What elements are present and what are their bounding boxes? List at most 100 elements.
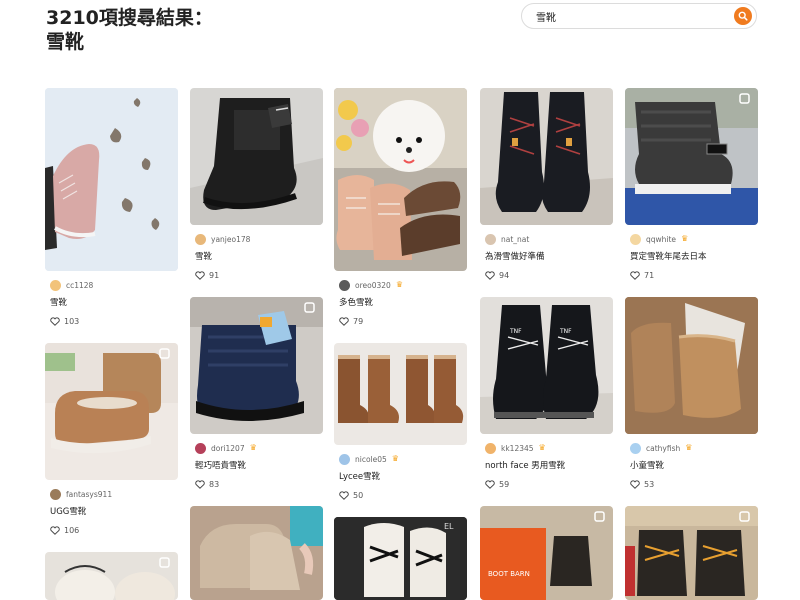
listing-card[interactable]: qqwhite ♛ 買定雪靴年尾去日本 71 — [625, 88, 758, 281]
like-heart-icon[interactable] — [630, 479, 640, 489]
listing-image[interactable] — [334, 88, 467, 271]
verified-badge-icon: ♛ — [391, 454, 399, 463]
search-query-heading: 雪靴 — [46, 31, 85, 53]
likes-row: 50 — [339, 489, 467, 501]
listing-title[interactable]: 買定雪靴年尾去日本 — [630, 250, 758, 262]
like-count: 59 — [499, 479, 510, 489]
listing-title[interactable]: 雪靴 — [50, 296, 178, 308]
seller-username[interactable]: kk12345 — [501, 444, 534, 453]
listing-card[interactable]: BOOT BARN — [480, 506, 613, 600]
like-heart-icon[interactable] — [195, 270, 205, 280]
avatar — [630, 442, 641, 454]
like-count: 106 — [64, 525, 80, 535]
listing-image[interactable]: BOOT BARN — [480, 506, 613, 600]
listing-title[interactable]: north face 男用雪靴 — [485, 459, 613, 471]
like-heart-icon[interactable] — [195, 479, 205, 489]
seller-username[interactable]: nicole05 — [355, 455, 387, 464]
like-count: 71 — [644, 270, 655, 280]
listing-image[interactable] — [625, 297, 758, 434]
seller-username[interactable]: cc1128 — [66, 281, 93, 290]
listing-image[interactable] — [45, 343, 178, 480]
listing-title[interactable]: 輕巧唔貴雪靴 — [195, 459, 323, 471]
seller-username[interactable]: oreo0320 — [355, 281, 391, 290]
avatar — [195, 233, 206, 245]
listing-card[interactable] — [625, 506, 758, 600]
likes-row: 79 — [339, 315, 467, 327]
listing-title[interactable]: Lycee雪靴 — [339, 470, 467, 482]
seller-username[interactable]: nat_nat — [501, 235, 529, 244]
listing-card[interactable]: fantasys911 UGG雪靴 106 — [45, 343, 178, 536]
search-button[interactable] — [734, 7, 752, 25]
listing-card[interactable]: nicole05 ♛ Lycee雪靴 50 — [334, 343, 467, 501]
listing-card[interactable] — [190, 506, 323, 600]
like-count: 79 — [353, 316, 364, 326]
svg-text:EL: EL — [444, 522, 454, 531]
seller-info[interactable]: oreo0320 ♛ — [334, 278, 467, 292]
likes-row: 106 — [50, 524, 178, 536]
listing-card[interactable]: cc1128 雪靴 103 — [45, 88, 178, 327]
seller-username[interactable]: fantasys911 — [66, 490, 112, 499]
seller-info[interactable]: nicole05 ♛ — [334, 452, 467, 466]
svg-text:BOOT BARN: BOOT BARN — [488, 570, 530, 578]
like-heart-icon[interactable] — [485, 270, 495, 280]
seller-username[interactable]: qqwhite — [646, 235, 676, 244]
listing-image[interactable] — [480, 88, 613, 225]
verified-badge-icon: ♛ — [249, 443, 257, 452]
like-heart-icon[interactable] — [630, 270, 640, 280]
like-heart-icon[interactable] — [50, 525, 60, 535]
listing-card[interactable]: TNF TNF kk12345 ♛ north face 男用雪靴 59 — [480, 297, 613, 490]
listing-card[interactable]: dori1207 ♛ 輕巧唔貴雪靴 83 — [190, 297, 323, 490]
seller-username[interactable]: cathyfish — [646, 444, 680, 453]
listing-title[interactable]: 多色雪靴 — [339, 296, 467, 308]
listing-title[interactable]: 為滑雪做好準備 — [485, 250, 613, 262]
listing-card[interactable]: nat_nat 為滑雪做好準備 94 — [480, 88, 613, 281]
listing-card[interactable]: yanjeo178 雪靴 91 — [190, 88, 323, 281]
listing-image[interactable] — [190, 297, 323, 434]
likes-row: 59 — [485, 478, 613, 490]
seller-info[interactable]: nat_nat — [480, 232, 613, 246]
search-input[interactable] — [536, 8, 716, 25]
seller-info[interactable]: qqwhite ♛ — [625, 232, 758, 246]
result-count-heading: 3210項搜尋結果： — [46, 7, 213, 29]
seller-info[interactable]: dori1207 ♛ — [190, 441, 323, 455]
listing-image[interactable]: TNF TNF — [480, 297, 613, 434]
listing-card[interactable]: EL — [334, 517, 467, 600]
verified-badge-icon: ♛ — [685, 443, 693, 452]
listing-image[interactable] — [190, 88, 323, 225]
listing-title[interactable]: 雪靴 — [195, 250, 323, 262]
listing-image[interactable] — [45, 88, 178, 271]
avatar — [339, 279, 350, 291]
seller-info[interactable]: yanjeo178 — [190, 232, 323, 246]
listing-image[interactable]: EL — [334, 517, 467, 600]
listing-title[interactable]: 小童雪靴 — [630, 459, 758, 471]
listing-title[interactable]: UGG雪靴 — [50, 505, 178, 517]
seller-info[interactable]: kk12345 ♛ — [480, 441, 613, 455]
like-count: 50 — [353, 490, 364, 500]
like-count: 83 — [209, 479, 220, 489]
likes-row: 83 — [195, 478, 323, 490]
listing-image[interactable] — [625, 88, 758, 225]
seller-info[interactable]: cathyfish ♛ — [625, 441, 758, 455]
page-title: 3210項搜尋結果： 雪靴 — [46, 6, 213, 54]
listing-card[interactable] — [45, 552, 178, 600]
like-heart-icon[interactable] — [339, 490, 349, 500]
seller-username[interactable]: yanjeo178 — [211, 235, 250, 244]
listing-image[interactable] — [625, 506, 758, 600]
seller-info[interactable]: cc1128 — [45, 278, 178, 292]
listing-image[interactable] — [190, 506, 323, 600]
seller-username[interactable]: dori1207 — [211, 444, 245, 453]
listing-card[interactable]: cathyfish ♛ 小童雪靴 53 — [625, 297, 758, 490]
search-bar — [521, 3, 757, 29]
like-heart-icon[interactable] — [485, 479, 495, 489]
likes-row: 94 — [485, 269, 613, 281]
listing-image[interactable] — [334, 343, 467, 445]
seller-info[interactable]: fantasys911 — [45, 487, 178, 501]
listing-image[interactable] — [45, 552, 178, 600]
like-heart-icon[interactable] — [339, 316, 349, 326]
likes-row: 53 — [630, 478, 758, 490]
svg-text:TNF: TNF — [559, 328, 572, 335]
avatar — [485, 442, 496, 454]
listing-card[interactable]: oreo0320 ♛ 多色雪靴 79 — [334, 88, 467, 327]
like-heart-icon[interactable] — [50, 316, 60, 326]
avatar — [485, 233, 496, 245]
